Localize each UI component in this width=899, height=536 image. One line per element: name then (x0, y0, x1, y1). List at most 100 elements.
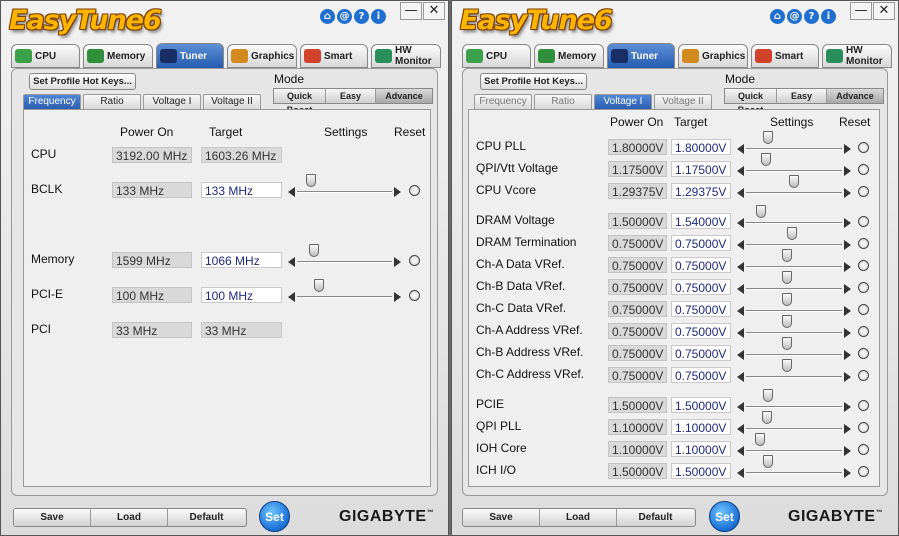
reset-radio[interactable] (858, 164, 869, 175)
reset-radio[interactable] (858, 466, 869, 477)
target-field[interactable]: 1.10000V (671, 419, 731, 435)
reset-radio[interactable] (858, 444, 869, 455)
setting-slider[interactable] (737, 249, 851, 273)
slider-right-arrow-icon[interactable] (844, 402, 851, 412)
target-field[interactable]: 1.29375V (671, 183, 731, 199)
slider-left-arrow-icon[interactable] (288, 292, 295, 302)
close-button[interactable]: ✕ (423, 2, 445, 20)
slider-right-arrow-icon[interactable] (394, 292, 401, 302)
target-field[interactable]: 0.75000V (671, 345, 731, 361)
slider-left-arrow-icon[interactable] (737, 372, 744, 382)
at-icon[interactable]: @ (787, 9, 802, 24)
home-icon[interactable]: ⌂ (320, 9, 335, 24)
target-field[interactable]: 1.10000V (671, 441, 731, 457)
mode-quick-boost[interactable]: Quick Boost (274, 89, 326, 115)
setting-slider[interactable] (737, 175, 851, 199)
target-field[interactable]: 1.17500V (671, 161, 731, 177)
mode-easy[interactable]: Easy (777, 89, 827, 103)
slider-thumb[interactable] (755, 433, 765, 446)
slider-left-arrow-icon[interactable] (737, 446, 744, 456)
target-field[interactable]: 1.54000V (671, 213, 731, 229)
target-field[interactable]: 1.50000V (671, 397, 731, 413)
slider-thumb[interactable] (789, 175, 799, 188)
reset-radio[interactable] (858, 400, 869, 411)
slider-right-arrow-icon[interactable] (844, 328, 851, 338)
reset-radio[interactable] (858, 422, 869, 433)
reset-radio[interactable] (858, 216, 869, 227)
subtab-ratio[interactable]: Ratio (83, 94, 141, 109)
subtab-frequency[interactable]: Frequency (23, 94, 81, 109)
slider-right-arrow-icon[interactable] (844, 372, 851, 382)
slider-left-arrow-icon[interactable] (737, 350, 744, 360)
reset-radio[interactable] (858, 186, 869, 197)
tab-cpu[interactable]: CPU (462, 44, 531, 68)
target-field[interactable]: 0.75000V (671, 235, 731, 251)
slider-right-arrow-icon[interactable] (394, 187, 401, 197)
subtab-voltage-ii[interactable]: Voltage II (654, 94, 712, 109)
target-field[interactable]: 0.75000V (671, 301, 731, 317)
mode-easy[interactable]: Easy (326, 89, 376, 103)
target-field[interactable]: 0.75000V (671, 279, 731, 295)
slider-thumb[interactable] (763, 455, 773, 468)
tab-tuner[interactable]: Tuner (156, 43, 224, 69)
tab-smart[interactable]: Smart (751, 44, 819, 68)
reset-radio[interactable] (858, 370, 869, 381)
reset-radio[interactable] (858, 282, 869, 293)
setting-slider[interactable] (737, 359, 851, 383)
tab-hw-monitor[interactable]: HW Monitor (371, 44, 441, 68)
slider-left-arrow-icon[interactable] (737, 218, 744, 228)
slider-right-arrow-icon[interactable] (844, 424, 851, 434)
slider-left-arrow-icon[interactable] (737, 424, 744, 434)
slider-thumb[interactable] (306, 174, 316, 187)
setting-slider[interactable] (737, 293, 851, 317)
set-button[interactable]: Set (709, 501, 740, 532)
slider-right-arrow-icon[interactable] (844, 284, 851, 294)
slider-thumb[interactable] (782, 293, 792, 306)
reset-radio[interactable] (858, 260, 869, 271)
target-field[interactable]: 0.75000V (671, 323, 731, 339)
at-icon[interactable]: @ (337, 9, 352, 24)
close-button[interactable]: ✕ (873, 2, 895, 20)
slider-left-arrow-icon[interactable] (737, 306, 744, 316)
slider-thumb[interactable] (782, 337, 792, 350)
slider-right-arrow-icon[interactable] (844, 188, 851, 198)
slider-thumb[interactable] (756, 205, 766, 218)
setting-slider[interactable] (288, 279, 401, 303)
slider-right-arrow-icon[interactable] (844, 166, 851, 176)
reset-radio[interactable] (858, 326, 869, 337)
slider-left-arrow-icon[interactable] (288, 187, 295, 197)
setting-slider[interactable] (737, 455, 851, 479)
mode-advance[interactable]: Advance (376, 89, 432, 103)
slider-left-arrow-icon[interactable] (737, 240, 744, 250)
slider-thumb[interactable] (761, 153, 771, 166)
slider-left-arrow-icon[interactable] (737, 468, 744, 478)
default-button[interactable]: Default (168, 509, 245, 526)
slider-thumb[interactable] (314, 279, 324, 292)
default-button[interactable]: Default (617, 509, 694, 526)
target-field[interactable]: 1.80000V (671, 139, 731, 155)
set-profile-hotkeys-button[interactable]: Set Profile Hot Keys... (29, 73, 136, 90)
slider-right-arrow-icon[interactable] (394, 257, 401, 267)
target-field[interactable]: 1066 MHz (201, 252, 282, 268)
reset-radio[interactable] (409, 255, 420, 266)
mode-quick-boost[interactable]: Quick Boost (725, 89, 777, 115)
setting-slider[interactable] (737, 337, 851, 361)
help-icon[interactable]: ? (354, 9, 369, 24)
slider-right-arrow-icon[interactable] (844, 144, 851, 154)
minimize-button[interactable]: — (850, 2, 872, 20)
slider-left-arrow-icon[interactable] (737, 144, 744, 154)
slider-left-arrow-icon[interactable] (737, 166, 744, 176)
reset-radio[interactable] (858, 238, 869, 249)
info-icon[interactable]: i (371, 9, 386, 24)
setting-slider[interactable] (737, 271, 851, 295)
slider-left-arrow-icon[interactable] (737, 402, 744, 412)
slider-thumb[interactable] (782, 271, 792, 284)
setting-slider[interactable] (737, 389, 851, 413)
slider-thumb[interactable] (309, 244, 319, 257)
slider-right-arrow-icon[interactable] (844, 350, 851, 360)
subtab-frequency[interactable]: Frequency (474, 94, 532, 109)
setting-slider[interactable] (737, 131, 851, 155)
slider-left-arrow-icon[interactable] (737, 262, 744, 272)
slider-thumb[interactable] (763, 389, 773, 402)
slider-left-arrow-icon[interactable] (288, 257, 295, 267)
